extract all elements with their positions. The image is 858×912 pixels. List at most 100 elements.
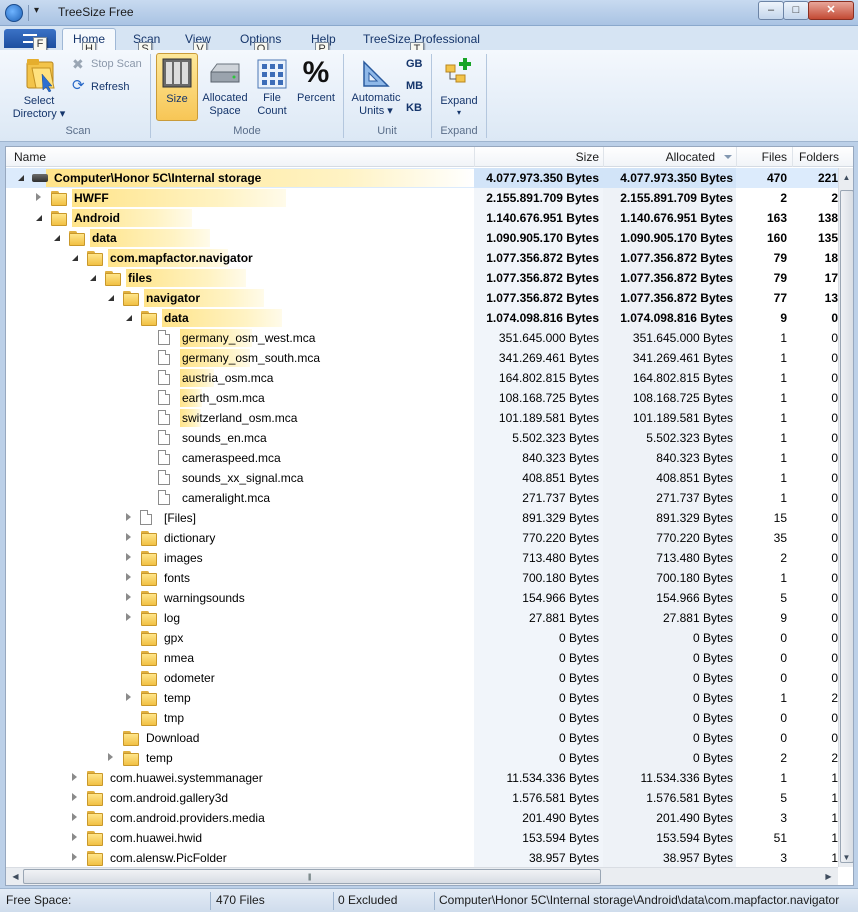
tree-row[interactable]: [Files] 891.329 Bytes 891.329 Bytes 15 0 [6,508,838,528]
file-count-label-2: Count [257,105,287,117]
tree-row[interactable]: tmp 0 Bytes 0 Bytes 0 0 [6,708,838,728]
tree-row[interactable]: warningsounds 154.966 Bytes 154.966 Bytes 5… [6,588,838,608]
tree-row[interactable]: sounds_xx_signal.mca 408.851 Bytes 408.851… [6,468,838,488]
scroll-right-icon[interactable]: ▶ [821,869,836,884]
file-menu-button[interactable] [4,29,56,48]
expand-triangle-icon[interactable] [36,193,41,201]
tree-row[interactable]: com.android.providers.media 201.490 Bytes… [6,808,838,828]
size-mode-button[interactable]: Size [156,53,198,121]
expand-triangle-icon[interactable] [126,533,131,541]
collapse-triangle-icon[interactable] [90,275,96,281]
horizontal-scrollbar[interactable]: ◀ ||| ▶ [6,867,838,885]
row-size: 0 Bytes [558,691,599,705]
expand-triangle-icon[interactable] [126,593,131,601]
tree-row[interactable]: navigator 1.077.356.872 Bytes 1.077.356.87… [6,288,838,308]
expand-triangle-icon[interactable] [126,573,131,581]
unit-mb-button[interactable]: MB [406,80,423,92]
tree-row[interactable]: Download 0 Bytes 0 Bytes 0 0 [6,728,838,748]
stop-scan-button[interactable]: ✖ Stop Scan [72,56,147,74]
allocated-space-button[interactable]: Allocated Space [199,54,251,120]
vertical-scroll-thumb[interactable] [840,190,853,863]
expand-triangle-icon[interactable] [72,813,77,821]
collapse-triangle-icon[interactable] [72,255,78,261]
row-allocated: 1.077.356.872 Bytes [620,271,733,285]
treesize-app-icon[interactable] [5,4,23,22]
percent-button[interactable]: % Percent [293,54,339,120]
column-header-allocated[interactable]: Allocated [606,150,715,164]
row-size: 101.189.581 Bytes [498,411,599,425]
minimize-button[interactable]: – [758,1,784,20]
collapse-triangle-icon[interactable] [36,215,42,221]
expand-triangle-icon[interactable] [126,513,131,521]
tree-row[interactable]: Android 1.140.676.951 Bytes 1.140.676.951 … [6,208,838,228]
tree-row[interactable]: odometer 0 Bytes 0 Bytes 0 0 [6,668,838,688]
expand-button[interactable]: Expand ▾ [436,54,482,120]
tree-row[interactable]: images 713.480 Bytes 713.480 Bytes 2 0 [6,548,838,568]
tree-row[interactable]: com.mapfactor.navigator 1.077.356.872 Byt… [6,248,838,268]
tree-row[interactable]: germany_osm_south.mca 341.269.461 Bytes 34… [6,348,838,368]
scroll-left-icon[interactable]: ◀ [8,869,23,884]
expand-triangle-icon[interactable] [72,853,77,861]
expand-triangle-icon[interactable] [126,553,131,561]
expand-triangle-icon[interactable] [72,833,77,841]
quick-access-dropdown-icon[interactable]: ▾ [34,5,39,16]
expand-triangle-icon[interactable] [72,793,77,801]
collapse-triangle-icon[interactable] [18,175,24,181]
tree-row[interactable]: com.android.gallery3d 1.576.581 Bytes 1.57… [6,788,838,808]
tree-row[interactable]: files 1.077.356.872 Bytes 1.077.356.872 By… [6,268,838,288]
select-directory-button[interactable]: Select Directory ▾ [8,54,70,122]
tree-row[interactable]: nmea 0 Bytes 0 Bytes 0 0 [6,648,838,668]
column-header-size[interactable]: Size [476,150,599,164]
column-header-folders[interactable]: Folders [794,150,839,164]
column-header-files[interactable]: Files [736,150,787,164]
status-free-space: Free Space: [6,893,72,907]
scroll-down-icon[interactable]: ▼ [839,850,853,865]
tree-row[interactable]: cameralight.mca 271.737 Bytes 271.737 Byte… [6,488,838,508]
unit-kb-button[interactable]: KB [406,102,422,114]
tree-row[interactable]: germany_osm_west.mca 351.645.000 Bytes 351… [6,328,838,348]
tree-row[interactable]: dictionary 770.220 Bytes 770.220 Bytes 35 0 [6,528,838,548]
tree-row[interactable]: data 1.090.905.170 Bytes 1.090.905.170 Byt… [6,228,838,248]
directory-tree-list[interactable]: Name Size Allocated Files Folders Comput… [5,146,854,886]
row-files: 160 [766,231,787,245]
size-columns-icon [162,58,192,88]
tree-row[interactable]: HWFF 2.155.891.709 Bytes 2.155.891.709 Byt… [6,188,838,208]
maximize-button[interactable]: □ [783,1,809,20]
tree-row[interactable]: temp 0 Bytes 0 Bytes 1 2 [6,688,838,708]
tree-row[interactable]: Computer\Honor 5C\Internal storage 4.077.… [6,168,838,188]
tree-row[interactable]: log 27.881 Bytes 27.881 Bytes 9 0 [6,608,838,628]
collapse-triangle-icon[interactable] [108,295,114,301]
column-header-name[interactable]: Name [14,150,46,164]
automatic-units-button[interactable]: Automatic Units ▾ [348,54,404,120]
tree-row[interactable]: temp 0 Bytes 0 Bytes 2 2 [6,748,838,768]
file-count-button[interactable]: File Count [252,54,292,120]
collapse-triangle-icon[interactable] [126,315,132,321]
close-button[interactable]: ✕ [808,1,854,20]
tree-row[interactable]: fonts 700.180 Bytes 700.180 Bytes 1 0 [6,568,838,588]
expand-triangle-icon[interactable] [126,693,131,701]
expand-triangle-icon[interactable] [108,753,113,761]
tree-row[interactable]: com.alensw.PicFolder 38.957 Bytes 38.957 B… [6,848,838,867]
tree-row[interactable]: com.huawei.hwid 153.594 Bytes 153.594 Byte… [6,828,838,848]
tree-row[interactable]: austria_osm.mca 164.802.815 Bytes 164.802.… [6,368,838,388]
column-divider[interactable] [603,147,604,167]
expand-triangle-icon[interactable] [126,613,131,621]
collapse-triangle-icon[interactable] [54,235,60,241]
refresh-button[interactable]: ⟳ Refresh [72,77,147,96]
ribbon-tab-bar: F Home Scan View Options Help TreeSize P… [0,26,858,57]
tree-row[interactable]: data 1.074.098.816 Bytes 1.074.098.816 Byt… [6,308,838,328]
tree-row[interactable]: cameraspeed.mca 840.323 Bytes 840.323 Byte… [6,448,838,468]
expand-triangle-icon[interactable] [72,773,77,781]
unit-gb-button[interactable]: GB [406,58,423,70]
column-divider[interactable] [474,147,475,167]
tree-row[interactable]: gpx 0 Bytes 0 Bytes 0 0 [6,628,838,648]
tree-row[interactable]: earth_osm.mca 108.168.725 Bytes 108.168.72… [6,388,838,408]
tree-row[interactable]: com.huawei.systemmanager 11.534.336 Bytes… [6,768,838,788]
tree-row[interactable]: sounds_en.mca 5.502.323 Bytes 5.502.323 By… [6,428,838,448]
tree-row[interactable]: switzerland_osm.mca 101.189.581 Bytes 101.… [6,408,838,428]
horizontal-scroll-thumb[interactable]: ||| [23,869,601,884]
vertical-scrollbar[interactable]: ▲ ▼ [838,168,853,867]
column-divider[interactable] [792,147,793,167]
scroll-up-icon[interactable]: ▲ [839,170,853,185]
scroll-grip-icon: ||| [308,874,312,881]
